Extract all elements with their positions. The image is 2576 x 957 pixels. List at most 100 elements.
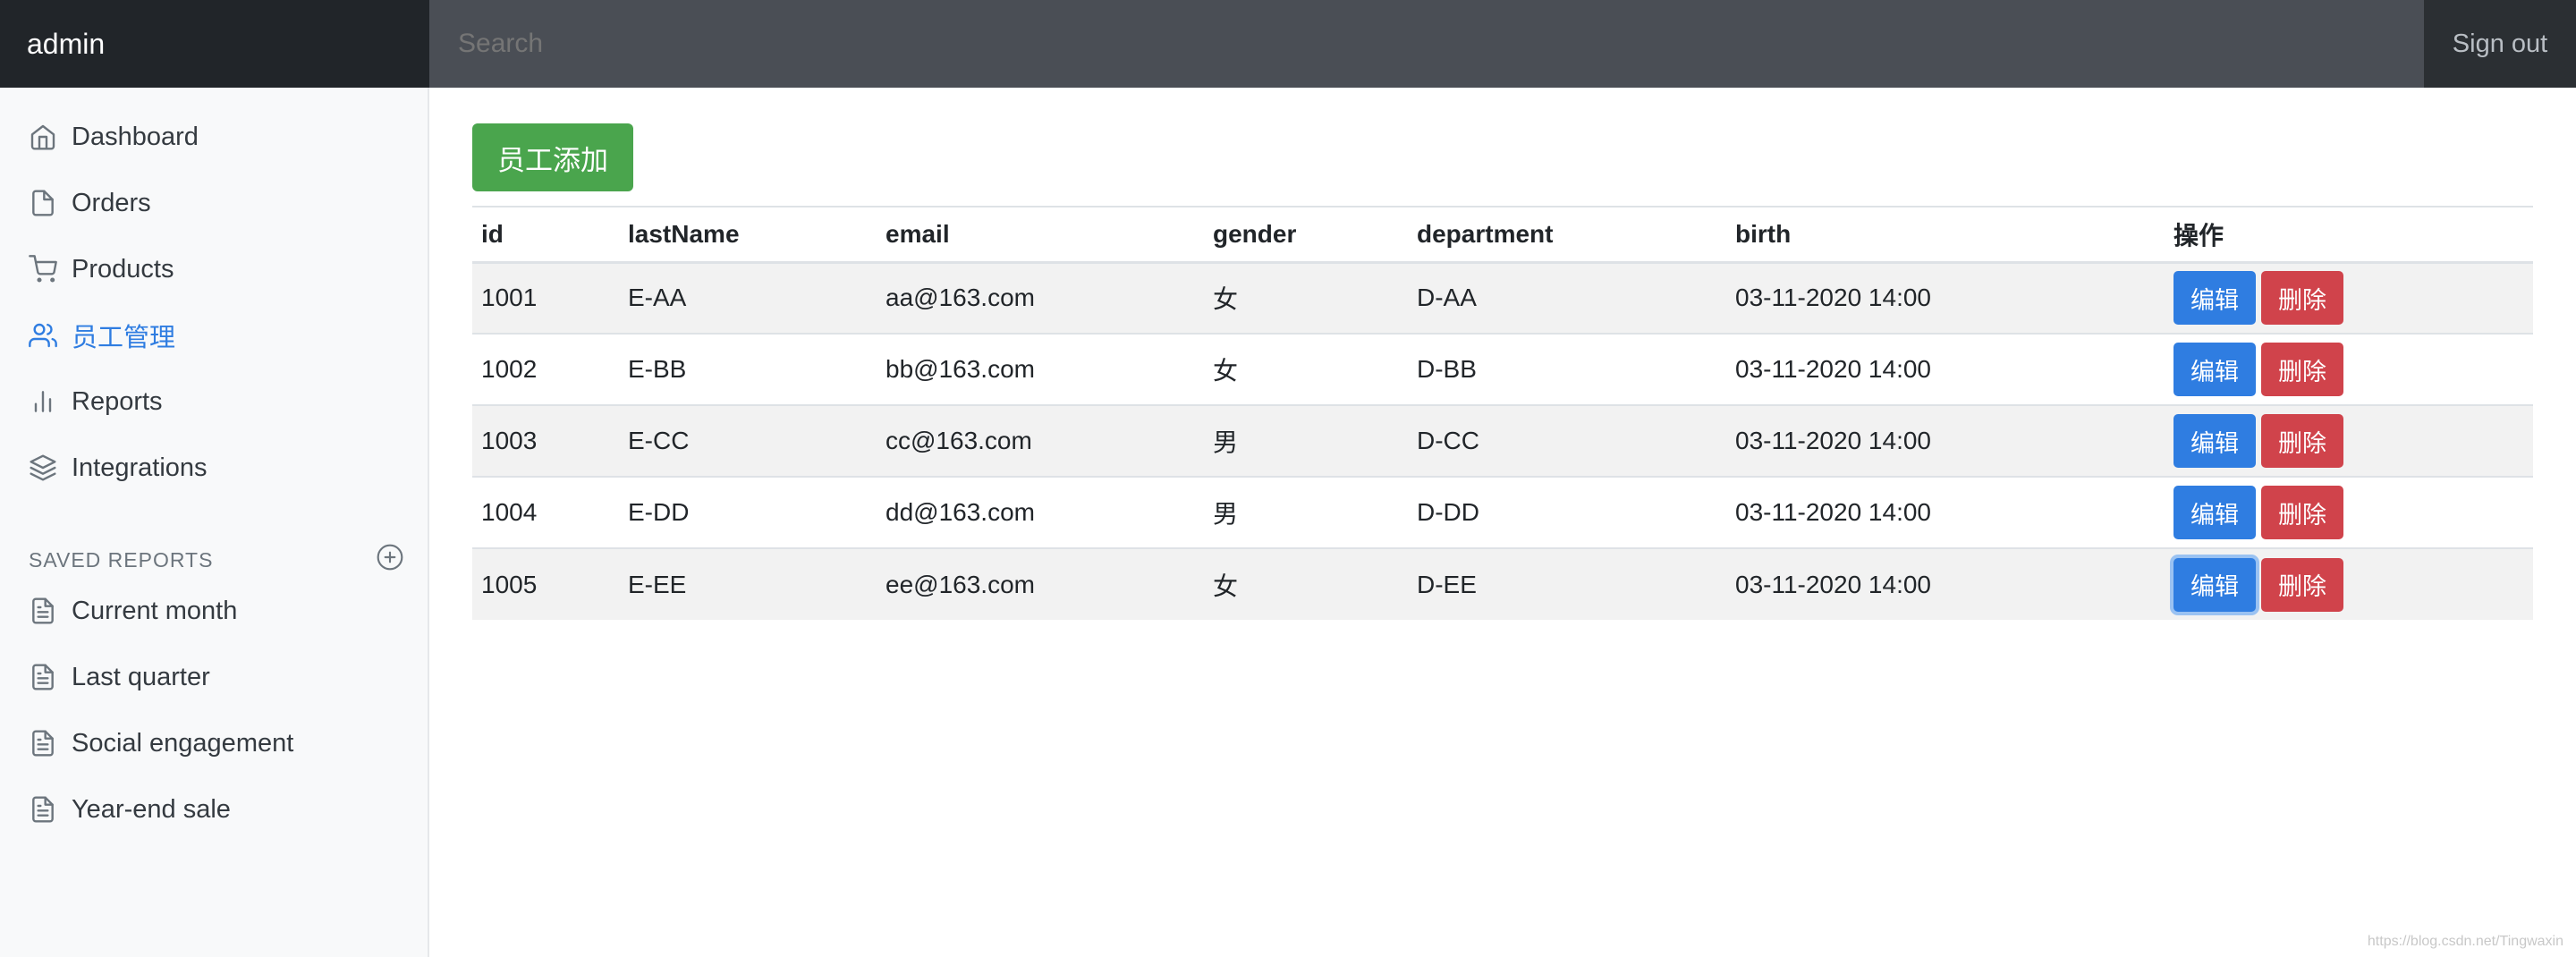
sidebar-item-label: Products [72,254,174,284]
sign-out-link[interactable]: Sign out [2424,0,2576,88]
sidebar-item-orders[interactable]: Orders [29,181,404,225]
cell-department: D-AA [1408,261,1726,334]
plus-circle-icon[interactable] [376,543,404,577]
file-text-icon [29,729,57,758]
cell-birth: 03-11-2020 14:00 [1726,476,2165,548]
cell-birth: 03-11-2020 14:00 [1726,547,2165,620]
cell-id: 1003 [472,404,619,477]
saved-report-current-month[interactable]: Current month [29,589,404,633]
sidebar-item-integrations[interactable]: Integrations [29,445,404,490]
cell-id: 1004 [472,476,619,548]
layers-icon [29,453,57,482]
cell-actions: 编辑 删除 [2165,476,2533,548]
cell-department: D-EE [1408,547,1726,620]
cell-birth: 03-11-2020 14:00 [1726,261,2165,334]
saved-report-label: Year-end sale [72,794,231,824]
saved-reports-heading: SAVED REPORTS [29,542,404,578]
cell-lastname: E-AA [619,261,877,334]
file-text-icon [29,663,57,691]
column-header-id: id [472,206,619,264]
file-text-icon [29,795,57,824]
saved-report-label: Last quarter [72,662,210,691]
saved-report-social-engagement[interactable]: Social engagement [29,721,404,766]
column-header-birth: birth [1726,206,2165,264]
add-employee-button[interactable]: 员工添加 [472,123,633,191]
sidebar-item-products[interactable]: Products [29,247,404,292]
cell-gender: 男 [1204,404,1408,477]
cell-email: ee@163.com [877,547,1204,620]
cell-actions: 编辑 删除 [2165,261,2533,334]
delete-button[interactable]: 删除 [2261,414,2343,468]
cell-actions: 编辑 删除 [2165,404,2533,477]
saved-reports-label: SAVED REPORTS [29,547,214,572]
sidebar-item-reports[interactable]: Reports [29,379,404,424]
cell-email: cc@163.com [877,404,1204,477]
cell-id: 1005 [472,547,619,620]
top-navbar: admin Sign out [0,0,2576,88]
cell-email: bb@163.com [877,333,1204,405]
search-input[interactable] [429,0,2424,88]
column-header-actions: 操作 [2165,206,2533,264]
edit-button[interactable]: 编辑 [2174,343,2256,396]
employee-table: id lastName email gender department birt… [472,206,2533,620]
sidebar-item-label: Integrations [72,453,208,482]
edit-button[interactable]: 编辑 [2174,414,2256,468]
sidebar-item-dashboard[interactable]: Dashboard [29,114,404,159]
cell-actions: 编辑 删除 [2165,547,2533,620]
cell-gender: 女 [1204,333,1408,405]
saved-report-label: Social engagement [72,728,294,758]
cell-id: 1001 [472,261,619,334]
file-text-icon [29,597,57,625]
shopping-cart-icon [29,255,57,284]
sidebar-item-label: Orders [72,188,151,217]
cell-lastname: E-EE [619,547,877,620]
delete-button[interactable]: 删除 [2261,557,2343,612]
cell-department: D-BB [1408,333,1726,405]
sidebar-item-label: Reports [72,386,163,416]
table-row: 1004 E-DD dd@163.com 男 D-DD 03-11-2020 1… [472,476,2533,548]
column-header-email: email [877,206,1204,264]
users-icon [29,321,57,350]
cell-email: dd@163.com [877,476,1204,548]
sidebar-item-employees[interactable]: 员工管理 [29,313,404,358]
edit-button[interactable]: 编辑 [2174,557,2256,612]
home-icon [29,123,57,151]
delete-button[interactable]: 删除 [2261,271,2343,326]
table-row: 1005 E-EE ee@163.com 女 D-EE 03-11-2020 1… [472,547,2533,620]
delete-button[interactable]: 删除 [2261,486,2343,539]
cell-gender: 女 [1204,261,1408,334]
cell-id: 1002 [472,333,619,405]
cell-lastname: E-BB [619,333,877,405]
cell-email: aa@163.com [877,261,1204,334]
edit-button[interactable]: 编辑 [2174,486,2256,539]
column-header-lastname: lastName [619,206,877,264]
column-header-gender: gender [1204,206,1408,264]
cell-lastname: E-CC [619,404,877,477]
cell-gender: 女 [1204,547,1408,620]
sidebar: Dashboard Orders Products 员工管理 Reports I… [0,88,429,957]
saved-report-last-quarter[interactable]: Last quarter [29,655,404,699]
cell-department: D-DD [1408,476,1726,548]
brand-logo[interactable]: admin [0,0,429,88]
edit-button[interactable]: 编辑 [2174,271,2256,326]
watermark: https://blog.csdn.net/Tingwaxin [2367,934,2563,949]
table-row: 1002 E-BB bb@163.com 女 D-BB 03-11-2020 1… [472,333,2533,405]
file-icon [29,189,57,217]
cell-birth: 03-11-2020 14:00 [1726,333,2165,405]
table-row: 1001 E-AA aa@163.com 女 D-AA 03-11-2020 1… [472,261,2533,334]
delete-button[interactable]: 删除 [2261,343,2343,396]
table-header-row: id lastName email gender department birt… [472,206,2533,264]
cell-actions: 编辑 删除 [2165,333,2533,405]
main-content: 员工添加 id lastName email gender department… [431,88,2576,957]
sidebar-item-label: 员工管理 [72,322,176,352]
bar-chart-icon [29,387,57,416]
cell-birth: 03-11-2020 14:00 [1726,404,2165,477]
sidebar-item-label: Dashboard [72,122,199,151]
cell-lastname: E-DD [619,476,877,548]
saved-report-label: Current month [72,596,238,625]
column-header-department: department [1408,206,1726,264]
saved-report-year-end-sale[interactable]: Year-end sale [29,787,404,832]
cell-gender: 男 [1204,476,1408,548]
cell-department: D-CC [1408,404,1726,477]
table-row: 1003 E-CC cc@163.com 男 D-CC 03-11-2020 1… [472,404,2533,477]
